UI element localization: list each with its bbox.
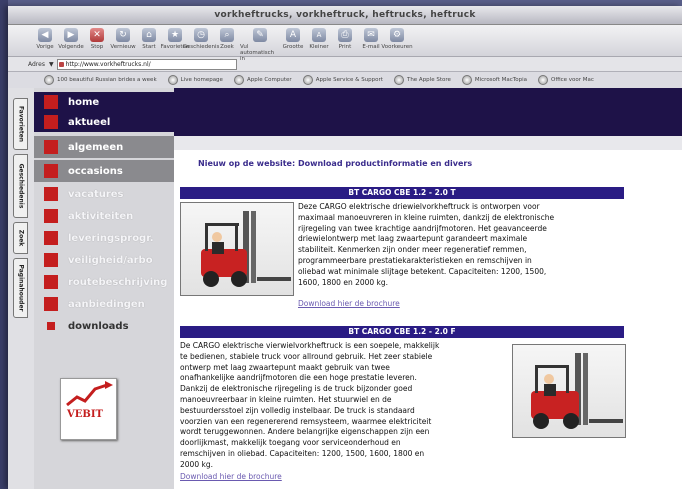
nav-aanbiedingen[interactable]: aanbiedingen: [34, 294, 174, 314]
globe-icon: [461, 75, 472, 85]
window-title: vorkheftrucks, vorkheftruck, heftrucks, …: [8, 6, 682, 25]
forward-arrow-icon: ▶: [64, 28, 78, 42]
vebit-logo: VEBIT: [60, 378, 117, 440]
side-tab-search[interactable]: Zoek: [13, 222, 28, 254]
nav-aktiviteiten[interactable]: aktiviteiten: [34, 206, 174, 226]
globe-icon: [393, 75, 404, 85]
nav-bullet: [44, 140, 58, 154]
side-tab-favorites[interactable]: Favorieten: [13, 98, 28, 150]
favorite-link[interactable]: Office voor Mac: [537, 75, 594, 85]
search-icon: ⌕: [220, 28, 234, 42]
browser-toolbar: ◀ Vorige ▶ Volgende ✕ Stop ↻ Vernieuw ⌂ Start…: [8, 25, 682, 62]
nav-bullet: [44, 95, 58, 109]
forklift-image: [512, 344, 626, 438]
stop-icon: ✕: [90, 28, 104, 42]
preferences-button[interactable]: ⚙ Voorkeuren: [381, 28, 413, 50]
history-button[interactable]: ◷ Geschiedenis: [183, 28, 219, 50]
explorer-side-tabs: Favorieten Geschiedenis Zoek Paginahoude…: [8, 88, 35, 489]
product-header: BT CARGO CBE 1.2 - 2.0 F: [180, 326, 624, 338]
home-button[interactable]: ⌂ Start: [136, 28, 162, 50]
refresh-icon: ↻: [116, 28, 130, 42]
nav-bullet: [47, 322, 55, 330]
globe-icon: [302, 75, 313, 85]
logo-graph-icon: [66, 381, 113, 407]
favorite-link[interactable]: 100 beautiful Russian brides a week: [44, 75, 157, 85]
print-button[interactable]: ⎙ Print: [332, 28, 358, 50]
larger-text-button[interactable]: A Grootte: [280, 28, 306, 50]
favorite-link[interactable]: The Apple Store: [393, 75, 451, 85]
favorite-link[interactable]: Live homepage: [167, 75, 223, 85]
mail-icon: ✉: [364, 28, 378, 42]
side-tab-scrapbook[interactable]: Paginahouder: [13, 258, 28, 318]
globe-icon: [537, 75, 548, 85]
product-description: Deze CARGO elektrische driewielvorkheftr…: [298, 202, 555, 287]
forklift-photo: [201, 211, 291, 287]
history-icon: ◷: [194, 28, 208, 42]
nav-bullet: [44, 297, 58, 311]
nav-leveringsprogramma[interactable]: leveringsprogr.: [34, 228, 174, 248]
forklift-photo: [531, 353, 623, 429]
globe-icon: [44, 75, 54, 85]
address-label: Adres: [28, 60, 45, 68]
nav-bullet: [44, 115, 58, 129]
brochure-download-link[interactable]: Download hier de brochure: [298, 299, 400, 308]
nav-bullet: [44, 187, 58, 201]
autofill-button[interactable]: ✎ Vul automatisch in: [240, 28, 280, 62]
refresh-button[interactable]: ↻ Vernieuw: [110, 28, 136, 50]
desktop-edge: [0, 0, 8, 489]
forward-button[interactable]: ▶ Volgende: [58, 28, 84, 50]
globe-icon: [167, 75, 178, 85]
brochure-download-link[interactable]: Download hier de brochure: [180, 472, 282, 481]
nav-downloads[interactable]: downloads: [34, 316, 174, 336]
nav-bullet: [44, 209, 58, 223]
larger-text-icon: A: [286, 28, 300, 42]
url-input[interactable]: http://www.vorkheftrucks.nl/: [56, 58, 237, 70]
nav-bullet: [44, 164, 58, 178]
nav-veiligheid-arbo[interactable]: veiligheid/arbo: [34, 250, 174, 270]
nav-vacatures[interactable]: vacatures: [34, 184, 174, 204]
autofill-icon: ✎: [253, 28, 267, 42]
favorite-link[interactable]: Microsoft MacTopia: [461, 75, 527, 85]
favorite-link[interactable]: Apple Computer: [233, 75, 292, 85]
favorite-link[interactable]: Apple Service & Support: [302, 75, 383, 85]
back-button[interactable]: ◀ Vorige: [32, 28, 58, 50]
dropdown-arrow-icon[interactable]: ▼: [49, 61, 54, 68]
email-button[interactable]: ✉ E-mail: [358, 28, 384, 50]
nav-routebeschrijving[interactable]: routebeschrijving: [34, 272, 174, 292]
news-bar: [174, 136, 682, 150]
back-arrow-icon: ◀: [38, 28, 52, 42]
nav-occasions[interactable]: occasions: [34, 160, 174, 182]
nav-home[interactable]: home: [34, 92, 174, 112]
favorites-bar: 100 beautiful Russian brides a week Live…: [8, 72, 682, 89]
nav-algemeen[interactable]: algemeen: [34, 136, 174, 158]
logo-wordmark: VEBIT: [67, 409, 103, 420]
print-icon: ⎙: [338, 28, 352, 42]
preferences-icon: ⚙: [390, 28, 404, 42]
favorites-icon: ★: [168, 28, 182, 42]
product-description: De CARGO elektrische vierwielvorkheftruc…: [180, 341, 440, 469]
globe-icon: [233, 75, 244, 85]
stop-button[interactable]: ✕ Stop: [84, 28, 110, 50]
main-column: Nieuw op de website: Download productinf…: [174, 136, 682, 489]
smaller-text-icon: A: [312, 28, 326, 42]
page-headline: Nieuw op de website: Download productinf…: [198, 159, 473, 168]
nav-aktueel[interactable]: aktueel: [34, 112, 174, 132]
side-tab-history[interactable]: Geschiedenis: [13, 154, 28, 218]
home-icon: ⌂: [142, 28, 156, 42]
nav-bullet: [44, 275, 58, 289]
browser-window: vorkheftrucks, vorkheftruck, heftrucks, …: [8, 6, 682, 489]
page-content: Favorieten Geschiedenis Zoek Paginahoude…: [8, 88, 682, 489]
product-header: BT CARGO CBE 1.2 - 2.0 T: [180, 187, 624, 199]
nav-bullet: [44, 231, 58, 245]
address-bar: Adres ▼ http://www.vorkheftrucks.nl/: [8, 57, 682, 72]
forklift-image: [180, 202, 294, 296]
nav-bullet: [44, 253, 58, 267]
search-button[interactable]: ⌕ Zoek: [214, 28, 240, 50]
smaller-text-button[interactable]: A Kleiner: [306, 28, 332, 50]
